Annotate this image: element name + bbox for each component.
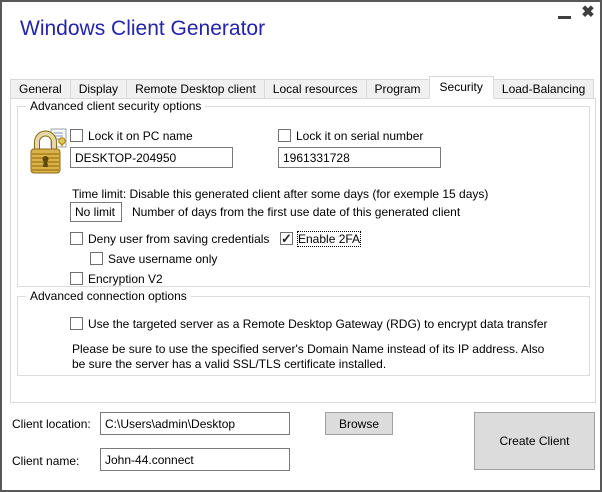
checkbox-box <box>70 232 83 245</box>
checkbox-label: Encryption V2 <box>88 272 163 286</box>
ssl-certificate-note: Please be sure to use the specified serv… <box>72 342 558 372</box>
time-limit-description: Time limit: Disable this generated clien… <box>72 187 488 201</box>
close-button[interactable]: ✖ <box>578 3 598 23</box>
time-limit-hint: Number of days from the first use date o… <box>132 205 460 219</box>
client-location-input[interactable] <box>100 412 290 435</box>
encryption-v2-checkbox[interactable]: Encryption V2 <box>70 271 163 286</box>
client-generator-window: Windows Client Generator ✖ General Displ… <box>0 0 602 492</box>
tab-local-resources[interactable]: Local resources <box>264 79 367 99</box>
tab-program[interactable]: Program <box>366 79 430 99</box>
checkbox-label: Lock it on serial number <box>296 129 423 143</box>
tab-security[interactable]: Security <box>429 76 494 99</box>
browse-button[interactable]: Browse <box>325 412 393 435</box>
enable-2fa-checkbox[interactable]: Enable 2FA <box>280 231 360 246</box>
time-limit-input[interactable] <box>70 202 122 222</box>
pc-name-input[interactable] <box>70 147 233 168</box>
tab-display[interactable]: Display <box>70 79 127 99</box>
checkbox-label: Save username only <box>108 252 217 266</box>
serial-number-input[interactable] <box>278 147 441 168</box>
checkbox-label: Enable 2FA <box>298 232 360 246</box>
checkbox-label: Lock it on PC name <box>88 129 193 143</box>
group-title: Advanced connection options <box>26 289 191 303</box>
create-client-button[interactable]: Create Client <box>474 412 595 470</box>
lock-pc-name-checkbox[interactable]: Lock it on PC name <box>70 128 193 143</box>
advanced-connection-options-group: Advanced connection options Use the targ… <box>17 296 590 376</box>
deny-saving-credentials-checkbox[interactable]: Deny user from saving credentials <box>70 231 269 246</box>
checkbox-box <box>70 317 83 330</box>
save-username-only-checkbox[interactable]: Save username only <box>90 251 217 266</box>
lock-serial-number-checkbox[interactable]: Lock it on serial number <box>278 128 423 143</box>
advanced-security-options-group: Advanced client security options <box>17 106 590 287</box>
tab-remote-desktop-client[interactable]: Remote Desktop client <box>126 79 265 99</box>
window-title: Windows Client Generator <box>20 17 265 41</box>
checkbox-box <box>90 252 103 265</box>
checkbox-label: Use the targeted server as a Remote Desk… <box>88 317 548 331</box>
security-tab-page: Advanced client security options <box>10 98 596 403</box>
rdg-gateway-checkbox[interactable]: Use the targeted server as a Remote Desk… <box>70 316 548 331</box>
tab-bar: General Display Remote Desktop client Lo… <box>10 77 593 99</box>
checkbox-box <box>278 129 291 142</box>
checkbox-box <box>70 129 83 142</box>
client-name-input[interactable] <box>100 448 290 471</box>
checkbox-box <box>280 232 293 245</box>
minimize-icon <box>558 16 571 19</box>
tab-load-balancing[interactable]: Load-Balancing <box>493 79 594 99</box>
checkbox-label: Deny user from saving credentials <box>88 232 269 246</box>
checkbox-box <box>70 272 83 285</box>
minimize-button[interactable] <box>557 7 573 23</box>
client-location-label: Client location: <box>12 417 91 431</box>
padlock-certificate-icon <box>30 127 68 177</box>
client-name-label: Client name: <box>12 454 79 468</box>
group-title: Advanced client security options <box>26 99 205 113</box>
tab-general[interactable]: General <box>10 79 71 99</box>
